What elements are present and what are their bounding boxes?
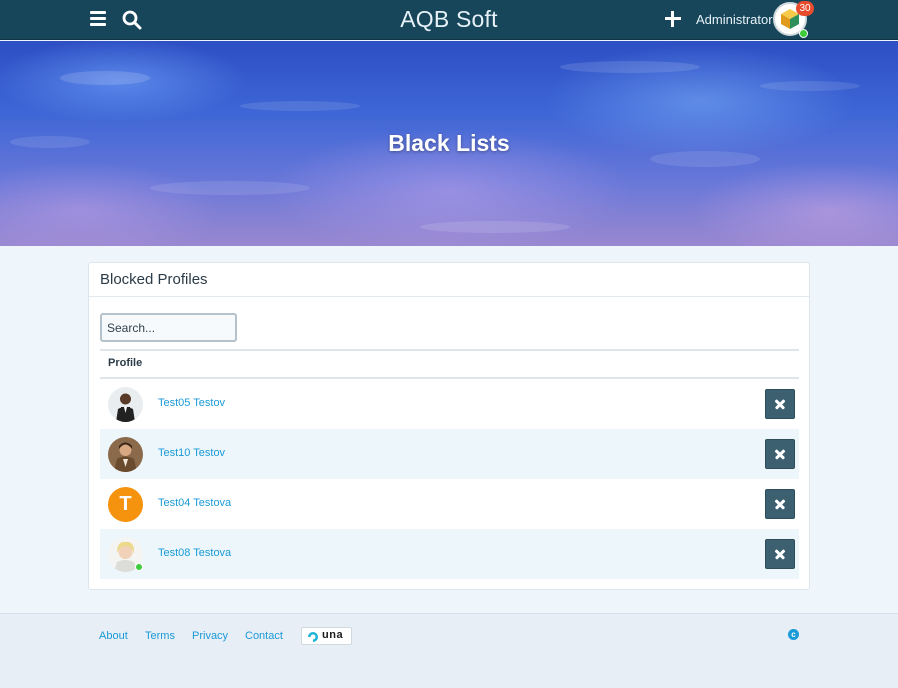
profile-link[interactable]: Test08 Testova <box>158 547 231 559</box>
table-row: T Test04 Testova <box>100 479 799 529</box>
avatar[interactable] <box>108 387 143 422</box>
unblock-button[interactable] <box>765 389 795 419</box>
search-input[interactable] <box>100 313 237 342</box>
hamburger-icon[interactable] <box>90 11 107 28</box>
avatar[interactable] <box>108 437 143 472</box>
cover-banner: Black Lists <box>0 41 898 246</box>
una-logo-icon <box>308 632 318 642</box>
page-title: Black Lists <box>388 130 510 156</box>
column-header-profile: Profile <box>108 357 143 369</box>
search-icon[interactable] <box>121 9 143 31</box>
panel-title: Blocked Profiles <box>100 271 208 288</box>
table-row: Test10 Testov <box>100 429 799 479</box>
blocked-profiles-panel: Blocked Profiles Profile Test05 Testov <box>88 262 810 590</box>
table-row: Test05 Testov <box>100 379 799 429</box>
footer-link-privacy[interactable]: Privacy <box>192 630 228 642</box>
table-row: Test08 Testova <box>100 529 799 579</box>
account-name[interactable]: Administrator <box>696 12 773 27</box>
copyright-icon[interactable]: c <box>788 629 799 640</box>
notification-badge: 30 <box>796 1 814 16</box>
avatar[interactable]: T <box>108 487 143 522</box>
avatar-letter: T <box>119 493 132 515</box>
unblock-button[interactable] <box>765 439 795 469</box>
unblock-button[interactable] <box>765 539 795 569</box>
top-bar: AQB Soft Administrator 30 <box>0 0 898 40</box>
online-status-indicator <box>799 29 808 38</box>
footer-link-about[interactable]: About <box>99 630 128 642</box>
account-avatar[interactable]: 30 <box>773 1 814 38</box>
panel-divider <box>89 296 809 297</box>
una-logo-text: una <box>322 629 344 641</box>
profile-link[interactable]: Test10 Testov <box>158 447 225 459</box>
plus-icon[interactable] <box>662 8 684 30</box>
unblock-button[interactable] <box>765 489 795 519</box>
online-status-indicator <box>135 563 143 571</box>
footer-link-terms[interactable]: Terms <box>145 630 175 642</box>
profile-link[interactable]: Test04 Testova <box>158 497 231 509</box>
footer: About Terms Privacy Contact una c <box>0 613 898 688</box>
footer-link-contact[interactable]: Contact <box>245 630 283 642</box>
una-logo[interactable]: una <box>301 627 352 645</box>
table-divider <box>100 349 799 351</box>
profile-link[interactable]: Test05 Testov <box>158 397 225 409</box>
